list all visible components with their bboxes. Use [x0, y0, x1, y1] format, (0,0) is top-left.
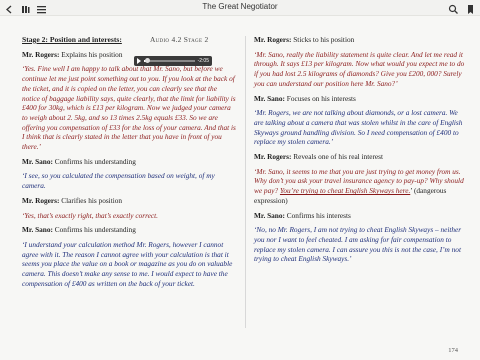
- speaker-action: Confirms his interests: [286, 210, 351, 220]
- speaker-action: Confirms his understanding: [54, 156, 136, 166]
- play-icon[interactable]: [137, 58, 141, 64]
- dialogue-quote: ‘Mr. Rogers, we are not talking about di…: [254, 108, 463, 147]
- stage-title: Stage 2: Position and interests:: [22, 35, 122, 44]
- search-icon[interactable]: [448, 2, 459, 14]
- speaker-label: Mr. Sano:: [254, 93, 285, 103]
- audio-scrubber[interactable]: [144, 58, 195, 63]
- speaker-label: Mr. Sano:: [254, 210, 285, 220]
- dialogue-quote: ‘No, no Mr. Rogers, I am not trying to c…: [254, 225, 462, 264]
- audio-time: -2:05: [197, 58, 209, 64]
- right-column: Mr. Rogers: Sticks to his position ‘Mr. …: [254, 35, 468, 264]
- column-divider: [245, 36, 246, 328]
- page-number: 174: [448, 347, 458, 354]
- audio-label: Audio 4.2 Stage 2: [150, 35, 209, 44]
- dialogue-quote: ‘Yes. Fine well I am happy to talk about…: [22, 64, 236, 152]
- speaker-action: Focuses on his interests: [286, 93, 356, 103]
- dialogue-quote: ‘I see, so you calculated the compensati…: [22, 171, 215, 191]
- left-column: Stage 2: Position and interests: Audio 4…: [22, 35, 236, 288]
- window-title: The Great Negotiator: [202, 2, 278, 11]
- top-toolbar: The Great Negotiator: [0, 0, 480, 16]
- audio-player[interactable]: -2:05: [134, 56, 212, 66]
- dialogue-quote: ‘Mr. Sano, it seems to me that you are j…: [254, 167, 468, 206]
- book-page: Stage 2: Position and interests: Audio 4…: [0, 16, 480, 360]
- speaker-label: Mr. Rogers:: [254, 35, 292, 44]
- speaker-label: Mr. Rogers:: [22, 49, 60, 59]
- speaker-label: Mr. Rogers:: [22, 195, 60, 205]
- speaker-label: Mr. Sano:: [22, 225, 53, 235]
- bookmark-icon[interactable]: [465, 2, 476, 14]
- scrubber-handle[interactable]: [145, 58, 150, 63]
- speaker-label: Mr. Sano:: [22, 156, 53, 166]
- speaker-action: Clarifies his position: [61, 195, 123, 205]
- speaker-action: Confirms his understanding: [54, 225, 136, 235]
- dialogue-quote: ‘Yes, that’s exactly right, that’s exact…: [22, 210, 158, 220]
- dialogue-quote: ‘Mr. Sano, really the liability statemen…: [254, 49, 465, 88]
- speaker-label: Mr. Rogers:: [254, 152, 292, 162]
- dialogue-quote: ‘I understand your calculation method Mr…: [22, 239, 233, 288]
- speaker-action: Reveals one of his real interest: [293, 152, 384, 162]
- speaker-action: Sticks to his position: [293, 35, 355, 44]
- speaker-action: Explains his position: [61, 49, 123, 59]
- dangerous-expression: You’re trying to cheat English Skyways h…: [279, 186, 411, 196]
